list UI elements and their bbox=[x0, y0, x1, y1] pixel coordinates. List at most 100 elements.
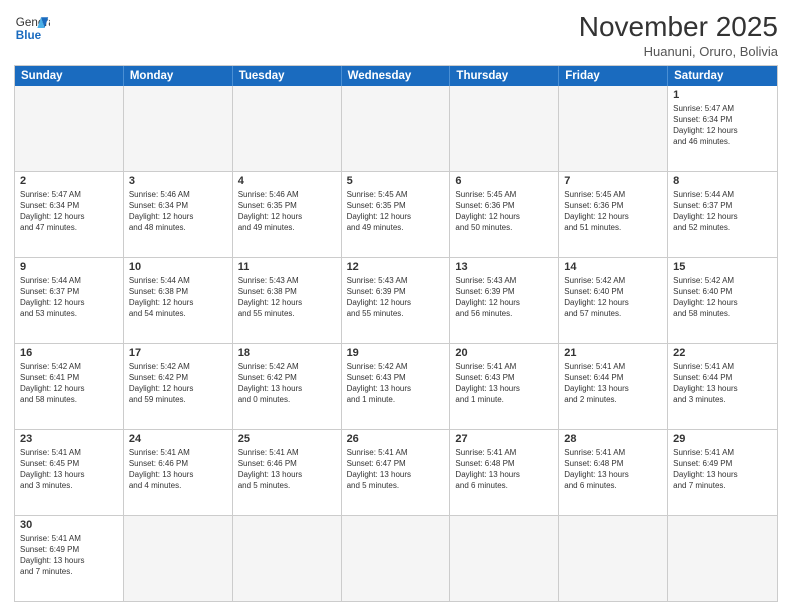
day-info: Sunrise: 5:41 AM Sunset: 6:45 PM Dayligh… bbox=[20, 447, 118, 492]
day-info: Sunrise: 5:47 AM Sunset: 6:34 PM Dayligh… bbox=[20, 189, 118, 234]
calendar-week-3: 16 Sunrise: 5:42 AM Sunset: 6:41 PM Dayli… bbox=[15, 343, 777, 429]
calendar-cell: 12 Sunrise: 5:43 AM Sunset: 6:39 PM Dayli… bbox=[342, 258, 451, 343]
calendar-cell bbox=[342, 516, 451, 601]
day-number: 20 bbox=[455, 347, 553, 359]
day-info: Sunrise: 5:45 AM Sunset: 6:35 PM Dayligh… bbox=[347, 189, 445, 234]
calendar-cell: 9 Sunrise: 5:44 AM Sunset: 6:37 PM Daylig… bbox=[15, 258, 124, 343]
logo-icon: General Blue bbox=[14, 10, 50, 46]
calendar-cell bbox=[450, 86, 559, 171]
calendar-cell: 11 Sunrise: 5:43 AM Sunset: 6:38 PM Dayli… bbox=[233, 258, 342, 343]
calendar-subtitle: Huanuni, Oruro, Bolivia bbox=[579, 44, 778, 59]
day-number: 14 bbox=[564, 261, 662, 273]
calendar-cell bbox=[233, 86, 342, 171]
calendar-cell bbox=[342, 86, 451, 171]
calendar-cell bbox=[124, 516, 233, 601]
day-info: Sunrise: 5:45 AM Sunset: 6:36 PM Dayligh… bbox=[564, 189, 662, 234]
calendar-week-5: 30Sunrise: 5:41 AM Sunset: 6:49 PM Dayli… bbox=[15, 515, 777, 601]
calendar-cell: 28 Sunrise: 5:41 AM Sunset: 6:48 PM Dayli… bbox=[559, 430, 668, 515]
calendar-cell bbox=[124, 86, 233, 171]
calendar-cell: 14 Sunrise: 5:42 AM Sunset: 6:40 PM Dayli… bbox=[559, 258, 668, 343]
day-number: 28 bbox=[564, 433, 662, 445]
calendar-cell bbox=[450, 516, 559, 601]
logo: General Blue bbox=[14, 10, 50, 46]
day-number: 4 bbox=[238, 175, 336, 187]
day-info: Sunrise: 5:43 AM Sunset: 6:39 PM Dayligh… bbox=[347, 275, 445, 320]
calendar-title: November 2025 bbox=[579, 10, 778, 44]
calendar-cell bbox=[559, 86, 668, 171]
calendar-cell: 8 Sunrise: 5:44 AM Sunset: 6:37 PM Daylig… bbox=[668, 172, 777, 257]
day-info: Sunrise: 5:42 AM Sunset: 6:40 PM Dayligh… bbox=[564, 275, 662, 320]
calendar-cell: 6 Sunrise: 5:45 AM Sunset: 6:36 PM Daylig… bbox=[450, 172, 559, 257]
day-info: Sunrise: 5:42 AM Sunset: 6:42 PM Dayligh… bbox=[238, 361, 336, 406]
day-number: 5 bbox=[347, 175, 445, 187]
title-block: November 2025 Huanuni, Oruro, Bolivia bbox=[579, 10, 778, 59]
calendar-cell: 2 Sunrise: 5:47 AM Sunset: 6:34 PM Daylig… bbox=[15, 172, 124, 257]
day-info: Sunrise: 5:44 AM Sunset: 6:37 PM Dayligh… bbox=[673, 189, 772, 234]
calendar-cell: 18Sunrise: 5:42 AM Sunset: 6:42 PM Dayli… bbox=[233, 344, 342, 429]
day-info: Sunrise: 5:42 AM Sunset: 6:41 PM Dayligh… bbox=[20, 361, 118, 406]
day-number: 16 bbox=[20, 347, 118, 359]
calendar-cell: 10Sunrise: 5:44 AM Sunset: 6:38 PM Dayli… bbox=[124, 258, 233, 343]
header-day-wednesday: Wednesday bbox=[342, 66, 451, 86]
day-number: 8 bbox=[673, 175, 772, 187]
calendar-cell: 17 Sunrise: 5:42 AM Sunset: 6:42 PM Dayli… bbox=[124, 344, 233, 429]
calendar-cell bbox=[668, 516, 777, 601]
day-number: 26 bbox=[347, 433, 445, 445]
day-info: Sunrise: 5:42 AM Sunset: 6:42 PM Dayligh… bbox=[129, 361, 227, 406]
day-number: 13 bbox=[455, 261, 553, 273]
calendar-cell: 30Sunrise: 5:41 AM Sunset: 6:49 PM Dayli… bbox=[15, 516, 124, 601]
day-info: Sunrise: 5:46 AM Sunset: 6:34 PM Dayligh… bbox=[129, 189, 227, 234]
calendar-cell bbox=[15, 86, 124, 171]
calendar-week-2: 9 Sunrise: 5:44 AM Sunset: 6:37 PM Daylig… bbox=[15, 257, 777, 343]
calendar-cell: 15Sunrise: 5:42 AM Sunset: 6:40 PM Dayli… bbox=[668, 258, 777, 343]
page: General Blue November 2025 Huanuni, Orur… bbox=[0, 0, 792, 612]
day-number: 6 bbox=[455, 175, 553, 187]
calendar-cell bbox=[233, 516, 342, 601]
header-day-saturday: Saturday bbox=[668, 66, 777, 86]
day-info: Sunrise: 5:41 AM Sunset: 6:48 PM Dayligh… bbox=[564, 447, 662, 492]
day-info: Sunrise: 5:41 AM Sunset: 6:46 PM Dayligh… bbox=[129, 447, 227, 492]
calendar-cell: 26Sunrise: 5:41 AM Sunset: 6:47 PM Dayli… bbox=[342, 430, 451, 515]
day-number: 22 bbox=[673, 347, 772, 359]
day-info: Sunrise: 5:41 AM Sunset: 6:44 PM Dayligh… bbox=[673, 361, 772, 406]
day-info: Sunrise: 5:43 AM Sunset: 6:39 PM Dayligh… bbox=[455, 275, 553, 320]
day-number: 9 bbox=[20, 261, 118, 273]
calendar-cell: 4Sunrise: 5:46 AM Sunset: 6:35 PM Daylig… bbox=[233, 172, 342, 257]
day-info: Sunrise: 5:43 AM Sunset: 6:38 PM Dayligh… bbox=[238, 275, 336, 320]
calendar-cell: 1Sunrise: 5:47 AM Sunset: 6:34 PM Daylig… bbox=[668, 86, 777, 171]
calendar-cell: 13 Sunrise: 5:43 AM Sunset: 6:39 PM Dayli… bbox=[450, 258, 559, 343]
calendar-cell: 29Sunrise: 5:41 AM Sunset: 6:49 PM Dayli… bbox=[668, 430, 777, 515]
day-info: Sunrise: 5:45 AM Sunset: 6:36 PM Dayligh… bbox=[455, 189, 553, 234]
day-number: 7 bbox=[564, 175, 662, 187]
calendar: SundayMondayTuesdayWednesdayThursdayFrid… bbox=[14, 65, 778, 602]
day-info: Sunrise: 5:42 AM Sunset: 6:43 PM Dayligh… bbox=[347, 361, 445, 406]
day-info: Sunrise: 5:41 AM Sunset: 6:49 PM Dayligh… bbox=[673, 447, 772, 492]
day-number: 11 bbox=[238, 261, 336, 273]
svg-text:Blue: Blue bbox=[16, 29, 42, 42]
day-number: 1 bbox=[673, 89, 772, 101]
day-number: 2 bbox=[20, 175, 118, 187]
calendar-body: 1 Sunrise: 5:47 AM Sunset: 6:34 PM Daylig… bbox=[15, 86, 777, 601]
day-number: 12 bbox=[347, 261, 445, 273]
day-number: 17 bbox=[129, 347, 227, 359]
day-number: 19 bbox=[347, 347, 445, 359]
calendar-cell: 23 Sunrise: 5:41 AM Sunset: 6:45 PM Dayli… bbox=[15, 430, 124, 515]
day-number: 24 bbox=[129, 433, 227, 445]
day-info: Sunrise: 5:44 AM Sunset: 6:37 PM Dayligh… bbox=[20, 275, 118, 320]
calendar-cell: 27Sunrise: 5:41 AM Sunset: 6:48 PM Dayli… bbox=[450, 430, 559, 515]
day-info: Sunrise: 5:41 AM Sunset: 6:43 PM Dayligh… bbox=[455, 361, 553, 406]
calendar-cell: 24 Sunrise: 5:41 AM Sunset: 6:46 PM Dayli… bbox=[124, 430, 233, 515]
day-number: 27 bbox=[455, 433, 553, 445]
day-number: 23 bbox=[20, 433, 118, 445]
day-info: Sunrise: 5:41 AM Sunset: 6:44 PM Dayligh… bbox=[564, 361, 662, 406]
header-day-sunday: Sunday bbox=[15, 66, 124, 86]
calendar-cell: 21Sunrise: 5:41 AM Sunset: 6:44 PM Dayli… bbox=[559, 344, 668, 429]
day-number: 25 bbox=[238, 433, 336, 445]
day-number: 15 bbox=[673, 261, 772, 273]
calendar-cell: 19 Sunrise: 5:42 AM Sunset: 6:43 PM Dayli… bbox=[342, 344, 451, 429]
calendar-header: SundayMondayTuesdayWednesdayThursdayFrid… bbox=[15, 66, 777, 86]
header-day-friday: Friday bbox=[559, 66, 668, 86]
calendar-cell: 7 Sunrise: 5:45 AM Sunset: 6:36 PM Daylig… bbox=[559, 172, 668, 257]
header: General Blue November 2025 Huanuni, Orur… bbox=[14, 10, 778, 59]
day-number: 10 bbox=[129, 261, 227, 273]
